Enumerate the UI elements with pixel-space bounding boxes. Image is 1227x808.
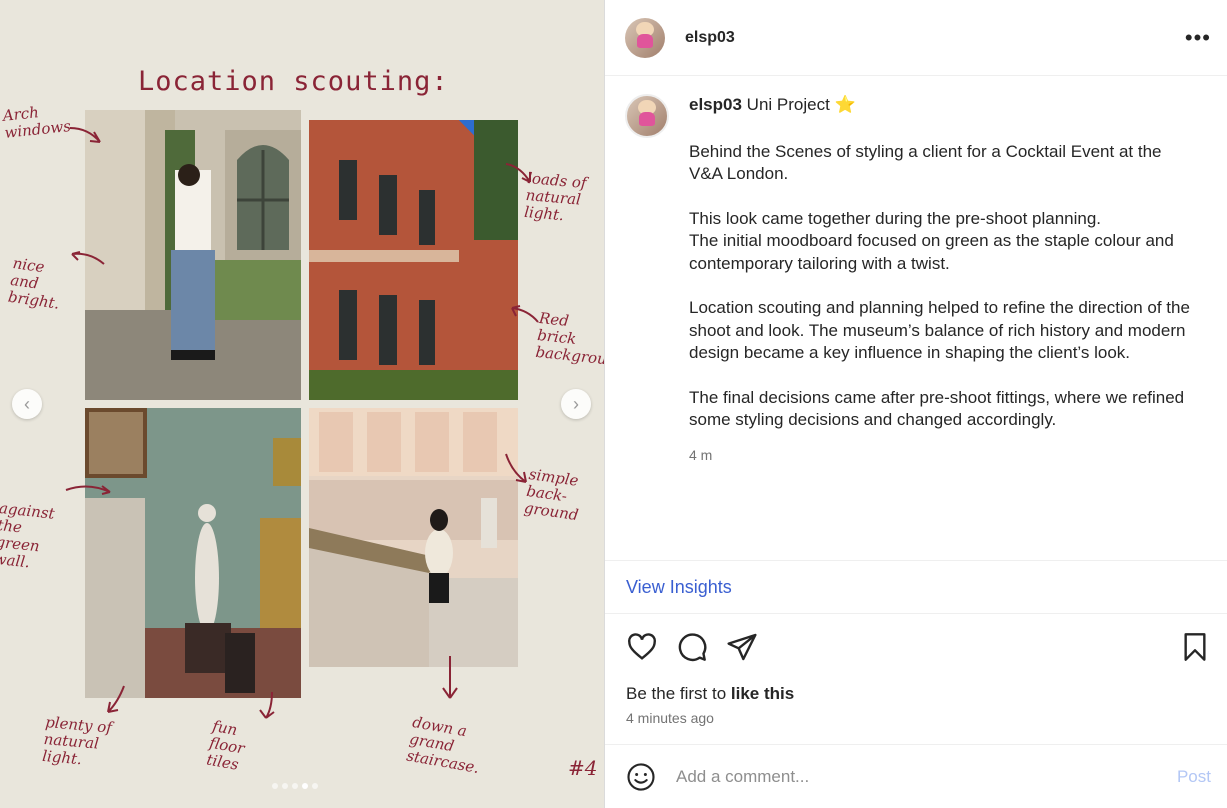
comment-input[interactable] [676,766,1177,787]
comment-bar: Post [605,744,1227,808]
note-nice-bright: nice and bright. [6,254,61,313]
caption-paragraph: Behind the Scenes of styling a client fo… [689,141,1162,184]
carousel-dots [272,783,318,789]
likes-prefix: Be the first to [626,684,731,703]
carousel-dot[interactable] [282,783,288,789]
photo-red-brick [309,120,518,400]
post-header: elsp03 ••• [605,0,1227,76]
insights-bar: View Insights [605,560,1227,614]
arrow-against [65,485,111,495]
arrow-down [442,656,458,699]
more-options-icon[interactable]: ••• [1185,25,1211,51]
note-red-brick: Red brick backgrou [534,309,604,369]
carousel-dot[interactable] [312,783,318,789]
carousel-dot[interactable] [272,783,278,789]
caption-paragraph: This look came together during the pre-s… [689,208,1174,273]
note-staircase: down a grand staircase. [405,713,481,777]
arrow-plenty [107,685,125,713]
carousel-dot[interactable] [292,783,298,789]
note-plenty-light: plenty of natural light. [41,713,113,769]
note-page-number: #4 [568,756,598,780]
photo-green-gallery [85,408,301,698]
caption-body: elsp03 Uni Project ⭐ Behind the Scenes o… [689,94,1197,466]
post-media: Location scouting: Arch windows nice and… [0,0,604,808]
arrow-simple [505,453,527,483]
comment-icon[interactable] [676,631,708,663]
caption-paragraph: The final decisions came after pre-shoot… [689,387,1185,430]
arrow-loads [505,163,531,183]
action-bar [626,630,1211,664]
share-icon[interactable] [726,631,758,663]
caption-avatar[interactable] [625,94,669,138]
like-this-link[interactable]: like this [731,684,794,703]
note-simple-background: simple back- ground [522,465,580,525]
caption-username[interactable]: elsp03 [689,95,742,114]
view-insights-link[interactable]: View Insights [626,577,732,598]
avatar[interactable] [625,17,665,58]
header-username[interactable]: elsp03 [685,29,735,47]
star-icon: ⭐ [834,95,856,114]
photo-staircase [309,408,518,667]
post-timestamp: 4 minutes ago [626,710,714,726]
heart-icon[interactable] [626,631,658,663]
carousel-dot-active[interactable] [302,783,308,789]
post-caption: elsp03 Uni Project ⭐ Behind the Scenes o… [625,94,1197,466]
caption-time: 4 m [689,446,713,463]
likes-text: Be the first to like this [626,684,794,704]
carousel-next-button[interactable]: › [561,389,591,419]
arrow-nice [71,251,105,265]
chevron-right-icon: › [573,393,579,414]
arrow-red [511,305,539,323]
photo-arch-window [85,110,301,400]
post-comment-button[interactable]: Post [1177,767,1211,787]
slide-title: Location scouting: [138,66,449,97]
chevron-left-icon: ‹ [24,393,30,414]
save-bookmark-icon[interactable] [1179,631,1211,663]
caption-paragraph: Location scouting and planning helped to… [689,298,1190,362]
post-panel: elsp03 ••• elsp03 Uni Project ⭐ Behind t… [604,0,1227,808]
arrow-fun [259,691,275,719]
caption-title: Uni Project [746,95,830,114]
note-floor-tiles: fun floor tiles [205,717,246,774]
carousel-prev-button[interactable]: ‹ [12,389,42,419]
arrow-arch [69,127,101,143]
emoji-icon[interactable] [626,762,656,792]
note-green-wall: against the green wall. [0,499,56,572]
note-arch-windows: Arch windows [1,103,72,142]
